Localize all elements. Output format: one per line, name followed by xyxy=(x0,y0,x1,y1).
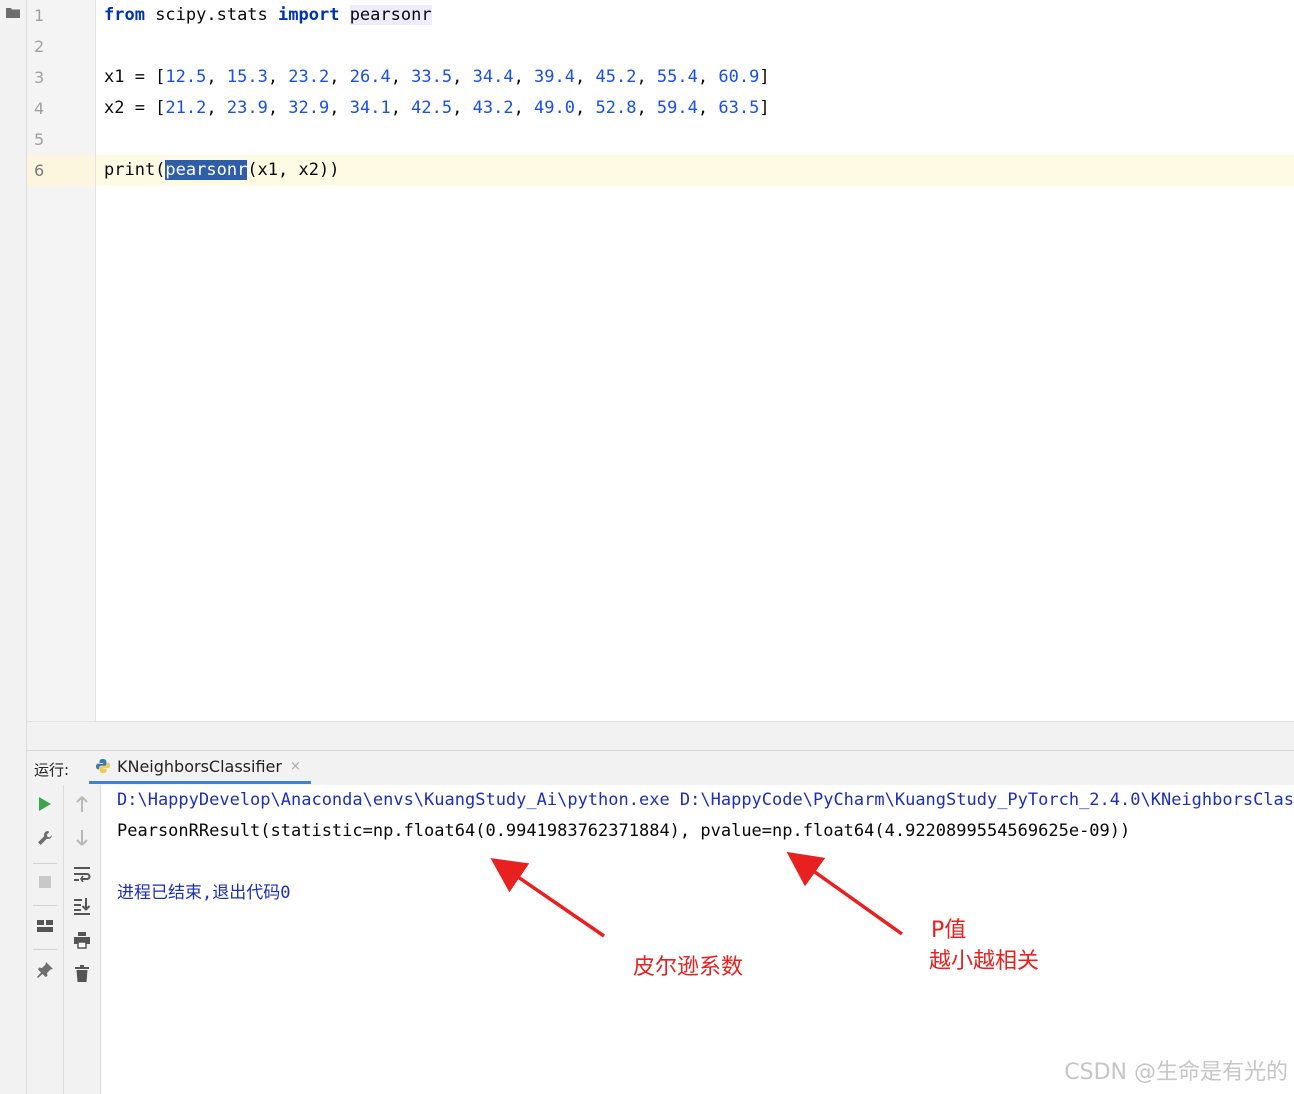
list-separator: , xyxy=(206,67,227,87)
line-number: 1 xyxy=(34,6,45,25)
line-number: 4 xyxy=(34,99,45,118)
run-icon[interactable] xyxy=(36,795,54,813)
list-separator: , xyxy=(452,98,473,118)
code-editor[interactable]: 1 2 3 4 5 6 from scipy.stats import pear… xyxy=(27,0,1294,721)
trash-icon[interactable] xyxy=(73,965,91,983)
number-literal: 45.2 xyxy=(595,67,637,87)
list-separator: , xyxy=(697,98,719,118)
folder-icon[interactable] xyxy=(6,7,20,18)
list-separator: , xyxy=(267,67,289,87)
toolbar-separator xyxy=(33,905,57,906)
run-toolbar-primary xyxy=(27,785,64,1094)
assign-prefix: x1 = [ xyxy=(104,67,166,87)
list-separator: , xyxy=(206,98,227,118)
scroll-to-end-icon[interactable] xyxy=(73,897,91,915)
stop-icon[interactable] xyxy=(36,873,54,891)
run-tool-window-header: 运行: KNeighborsClassifier × xyxy=(27,750,1294,786)
number-literal: 52.8 xyxy=(595,98,637,118)
list-separator: , xyxy=(575,98,596,118)
list-separator: , xyxy=(697,67,719,87)
number-literal: 23.2 xyxy=(288,67,330,87)
python-icon xyxy=(96,759,110,773)
code-line-print[interactable]: print(pearsonr(x1, x2)) xyxy=(104,155,339,186)
number-literal: 12.5 xyxy=(165,67,207,87)
run-tab-label: KNeighborsClassifier xyxy=(117,756,282,776)
number-literal: 63.5 xyxy=(718,98,760,118)
number-literal: 34.1 xyxy=(349,98,391,118)
toolbar-separator xyxy=(33,949,57,950)
number-literal: 55.4 xyxy=(656,67,698,87)
print-call: print( xyxy=(104,160,166,180)
number-literal: 49.0 xyxy=(534,98,575,118)
list-separator: , xyxy=(575,67,596,87)
line-number-gutter: 1 2 3 4 5 6 xyxy=(27,0,96,721)
module-name: scipy.stats xyxy=(144,5,279,25)
number-literal: 43.2 xyxy=(472,98,514,118)
number-literal: 33.5 xyxy=(411,67,453,87)
list-separator: , xyxy=(636,98,657,118)
project-tool-strip xyxy=(0,0,27,1094)
layout-icon[interactable] xyxy=(36,917,54,935)
number-literal: 15.3 xyxy=(226,67,268,87)
list-close: ] xyxy=(759,98,770,118)
toolbar-separator xyxy=(33,863,57,864)
wrench-icon[interactable] xyxy=(36,829,54,847)
assign-prefix: x2 = [ xyxy=(104,98,166,118)
down-arrow-icon[interactable] xyxy=(73,829,91,847)
keyword-from: from xyxy=(104,5,145,25)
up-arrow-icon[interactable] xyxy=(73,795,91,813)
soft-wrap-icon[interactable] xyxy=(73,865,91,883)
console-command-line: D:\HappyDevelop\Anaconda\envs\KuangStudy… xyxy=(117,790,1294,810)
pin-icon[interactable] xyxy=(36,961,54,979)
list-separator: , xyxy=(636,67,657,87)
number-literal: 21.2 xyxy=(165,98,207,118)
number-literal: 60.9 xyxy=(718,67,760,87)
panel-splitter[interactable] xyxy=(27,721,1294,751)
run-console-output[interactable]: D:\HappyDevelop\Anaconda\envs\KuangStudy… xyxy=(101,785,1294,1094)
line-number: 2 xyxy=(34,37,45,56)
number-literal: 23.9 xyxy=(226,98,268,118)
list-separator: , xyxy=(513,98,535,118)
list-separator: , xyxy=(513,67,535,87)
code-line-import[interactable]: from scipy.stats import pearsonr xyxy=(104,0,432,31)
selected-text: pearsonr xyxy=(165,160,248,180)
list-separator: , xyxy=(267,98,289,118)
console-exit-message: 进程已结束,退出代码0 xyxy=(117,883,291,903)
code-line-x1[interactable]: x1 = [12.5, 15.3, 23.2, 26.4, 33.5, 34.4… xyxy=(104,62,770,93)
list-separator: , xyxy=(390,67,412,87)
code-line-x2[interactable]: x2 = [21.2, 23.9, 32.9, 34.1, 42.5, 43.2… xyxy=(104,93,770,124)
line-number: 6 xyxy=(34,161,45,180)
number-literal: 42.5 xyxy=(411,98,453,118)
run-config-tab[interactable]: KNeighborsClassifier × xyxy=(89,751,311,784)
watermark: CSDN @生命是有光的 xyxy=(1064,1060,1288,1085)
list-separator: , xyxy=(329,98,350,118)
run-label: 运行: xyxy=(34,761,70,779)
number-literal: 32.9 xyxy=(288,98,330,118)
line-number: 5 xyxy=(34,130,45,149)
list-close: ] xyxy=(759,67,770,87)
print-icon[interactable] xyxy=(73,931,91,949)
call-args: (x1, x2)) xyxy=(247,160,340,180)
list-separator: , xyxy=(329,67,350,87)
list-separator: , xyxy=(390,98,412,118)
number-literal: 26.4 xyxy=(349,67,391,87)
line-number: 3 xyxy=(34,68,45,87)
console-result-line: PearsonRResult(statistic=np.float64(0.99… xyxy=(117,821,1131,841)
import-name-highlighted: pearsonr xyxy=(349,5,432,25)
list-separator: , xyxy=(452,67,473,87)
number-literal: 34.4 xyxy=(472,67,514,87)
close-icon[interactable]: × xyxy=(290,759,301,774)
number-literal: 39.4 xyxy=(534,67,575,87)
keyword-import: import xyxy=(278,5,340,25)
run-toolbar-secondary xyxy=(64,785,101,1094)
number-literal: 59.4 xyxy=(656,98,698,118)
